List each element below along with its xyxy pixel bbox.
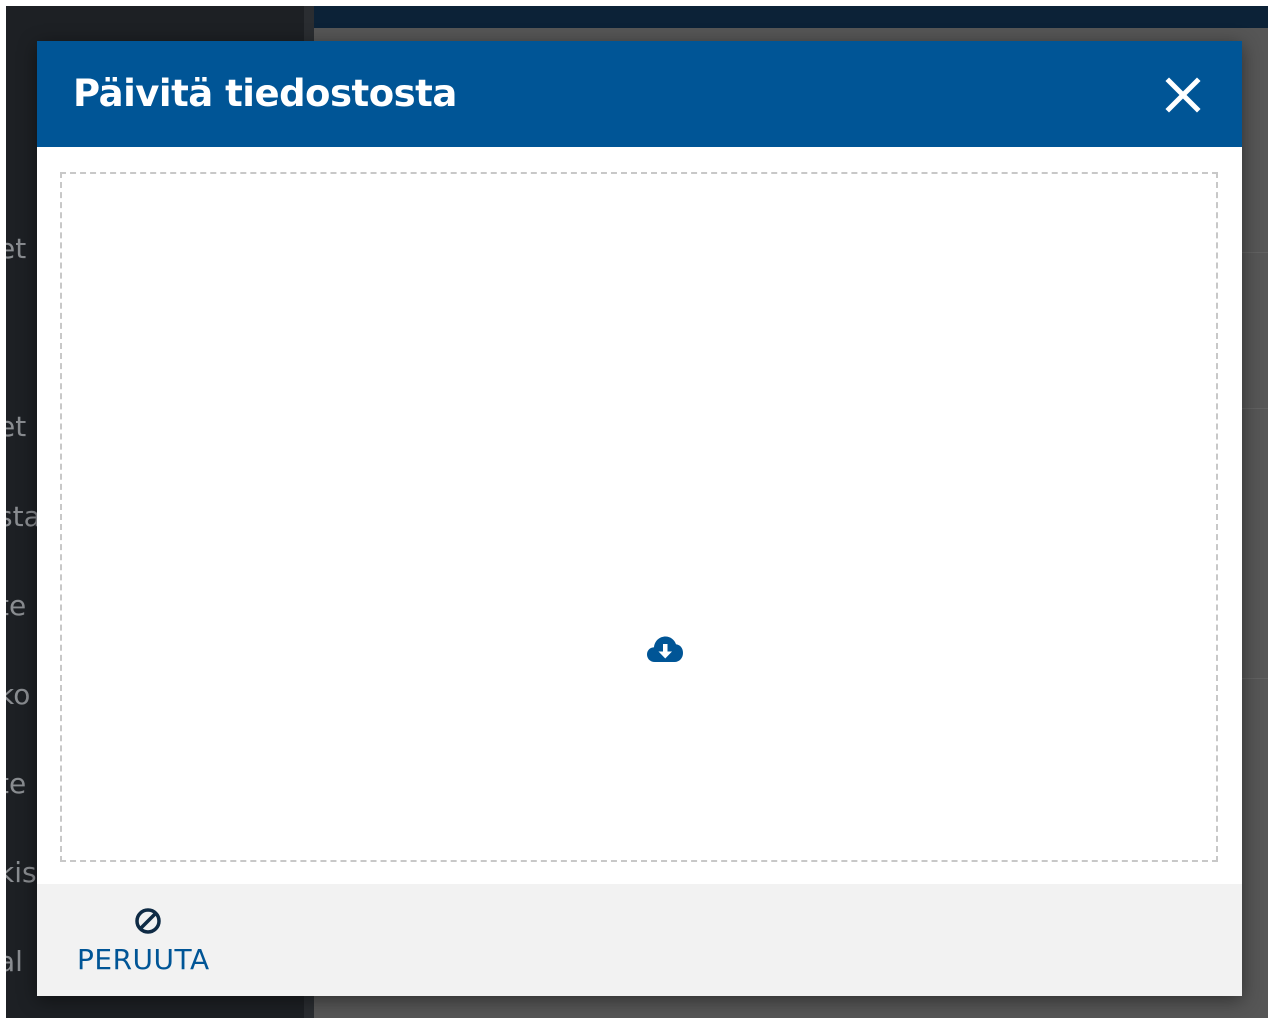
sidebar-item: et — [6, 410, 27, 443]
cancel-label: PERUUTA — [77, 943, 210, 976]
dialog-header: Päivitä tiedostosta — [37, 41, 1242, 147]
sidebar-item: ko — [6, 678, 31, 711]
dialog-footer: PERUUTA — [37, 884, 1242, 996]
close-button[interactable] — [1159, 71, 1207, 119]
sidebar-item: te — [6, 767, 27, 800]
sidebar-item: kis — [6, 856, 37, 889]
cloud-download-icon — [646, 635, 684, 665]
sidebar-item: et — [6, 232, 27, 265]
sidebar-item: al — [6, 945, 23, 978]
file-drop-zone[interactable] — [60, 172, 1218, 862]
update-from-file-dialog: Päivitä tiedostosta PERUUTA — [37, 41, 1242, 996]
dialog-title: Päivitä tiedostosta — [73, 72, 457, 115]
sidebar-item: te — [6, 589, 27, 622]
close-icon — [1165, 77, 1201, 113]
ban-icon — [133, 906, 163, 936]
cancel-button[interactable]: PERUUTA — [77, 902, 223, 982]
sidebar-item: sta — [6, 500, 41, 533]
app-topbar — [314, 6, 1268, 28]
